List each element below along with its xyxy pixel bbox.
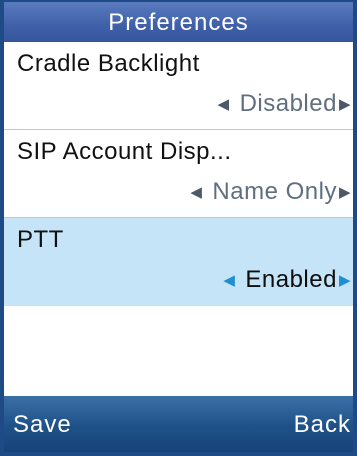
menu-item-ptt[interactable]: PTT ◀ Enabled ▶ bbox=[4, 218, 353, 306]
triangle-left-icon[interactable]: ◀ bbox=[223, 273, 235, 288]
value-selector[interactable]: ◀ Enabled ▶ bbox=[223, 266, 351, 294]
item-value: Name Only bbox=[212, 178, 337, 205]
item-value: Disabled bbox=[239, 90, 337, 117]
value-selector[interactable]: ◀ Name Only ▶ bbox=[190, 178, 351, 206]
triangle-right-icon[interactable]: ▶ bbox=[339, 97, 351, 112]
triangle-right-icon[interactable]: ▶ bbox=[339, 185, 351, 200]
softkey-bar: Save Back bbox=[4, 396, 353, 452]
item-label: SIP Account Disp... bbox=[17, 138, 232, 165]
item-value: Enabled bbox=[245, 266, 337, 293]
phone-screen: Preferences Cradle Backlight ◀ Disabled … bbox=[0, 0, 357, 456]
value-selector[interactable]: ◀ Disabled ▶ bbox=[218, 90, 351, 118]
item-label: Cradle Backlight bbox=[17, 50, 200, 77]
triangle-left-icon[interactable]: ◀ bbox=[218, 97, 230, 112]
back-softkey[interactable]: Back bbox=[294, 411, 351, 439]
triangle-right-icon[interactable]: ▶ bbox=[339, 273, 351, 288]
item-label: PTT bbox=[17, 226, 64, 253]
menu-item-sip-account-display[interactable]: SIP Account Disp... ◀ Name Only ▶ bbox=[4, 130, 353, 218]
menu-item-cradle-backlight[interactable]: Cradle Backlight ◀ Disabled ▶ bbox=[4, 42, 353, 130]
save-softkey[interactable]: Save bbox=[13, 411, 72, 439]
triangle-left-icon[interactable]: ◀ bbox=[190, 185, 202, 200]
title-bar: Preferences bbox=[4, 2, 353, 42]
page-title: Preferences bbox=[108, 9, 249, 36]
